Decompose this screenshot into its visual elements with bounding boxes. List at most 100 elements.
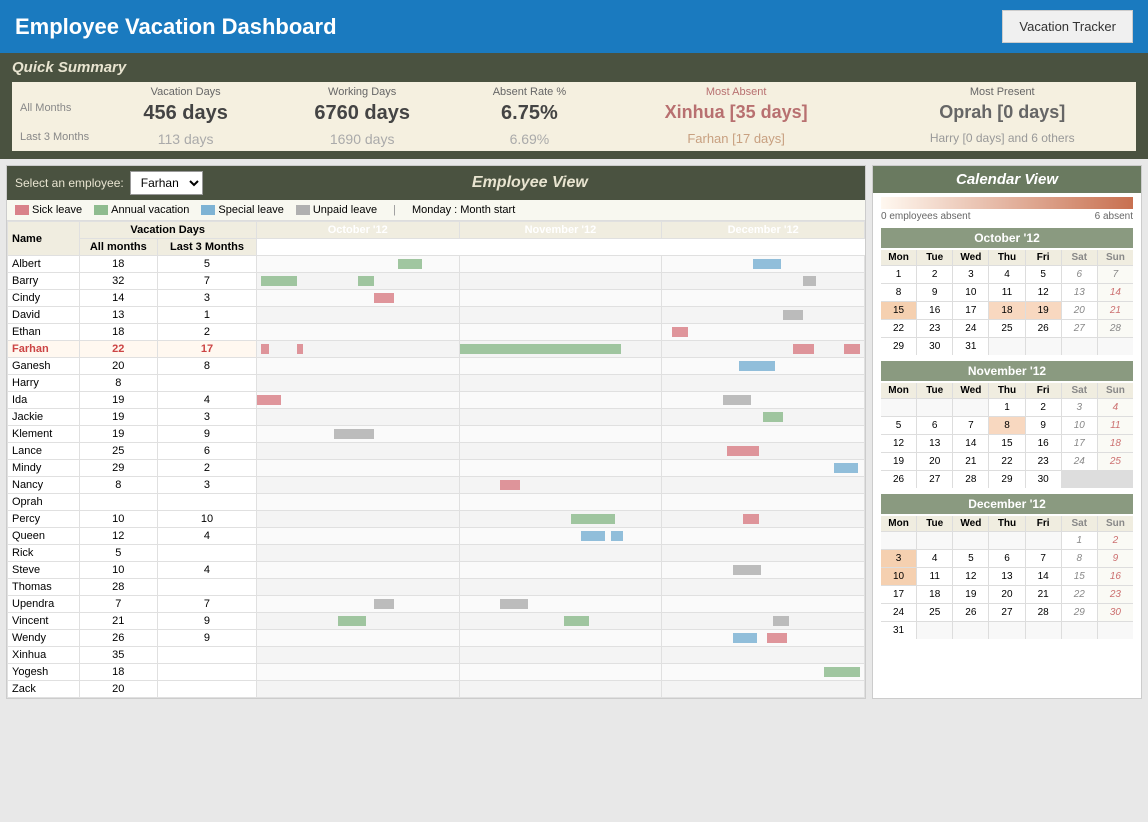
- oct-day-22[interactable]: 22: [881, 320, 916, 337]
- oct-day-3[interactable]: 3: [953, 266, 988, 283]
- nov-day-14[interactable]: 14: [953, 435, 988, 452]
- oct-day-1[interactable]: 1: [881, 266, 916, 283]
- dec-cal-header-wed: Wed: [953, 516, 988, 531]
- oct-day-8[interactable]: 8: [881, 284, 916, 301]
- dec-day-8[interactable]: 8: [1062, 550, 1097, 567]
- employee-name-cell: Klement: [8, 426, 80, 443]
- oct-day-19[interactable]: 19: [1026, 302, 1061, 319]
- oct-day-9[interactable]: 9: [917, 284, 952, 301]
- oct-day-10[interactable]: 10: [953, 284, 988, 301]
- oct-day-23[interactable]: 23: [917, 320, 952, 337]
- oct-day-2[interactable]: 2: [917, 266, 952, 283]
- oct-day-31[interactable]: 31: [953, 338, 988, 355]
- dec-day-4[interactable]: 4: [917, 550, 952, 567]
- oct-day-18[interactable]: 18: [989, 302, 1024, 319]
- nov-day-27[interactable]: 27: [917, 471, 952, 488]
- dec-day-29[interactable]: 29: [1062, 604, 1097, 621]
- nov-day-30[interactable]: 30: [1026, 471, 1061, 488]
- nov-day-2[interactable]: 2: [1026, 399, 1061, 416]
- nov-day-8[interactable]: 8: [989, 417, 1024, 434]
- nov-day-17[interactable]: 17: [1062, 435, 1097, 452]
- dec-day-16[interactable]: 16: [1098, 568, 1133, 585]
- nov-day-7[interactable]: 7: [953, 417, 988, 434]
- dec-day-7[interactable]: 7: [1026, 550, 1061, 567]
- nov-day-29[interactable]: 29: [989, 471, 1024, 488]
- dec-day-9[interactable]: 9: [1098, 550, 1133, 567]
- oct-day-5[interactable]: 5: [1026, 266, 1061, 283]
- oct-day-14[interactable]: 14: [1098, 284, 1133, 301]
- nov-day-15[interactable]: 15: [989, 435, 1024, 452]
- nov-day-16[interactable]: 16: [1026, 435, 1061, 452]
- employee-select[interactable]: Farhan: [130, 171, 203, 195]
- nov-day-24[interactable]: 24: [1062, 453, 1097, 470]
- dec-empty-9: [1026, 622, 1061, 639]
- oct-day-4[interactable]: 4: [989, 266, 1024, 283]
- dec-day-21[interactable]: 21: [1026, 586, 1061, 603]
- dec-day-1[interactable]: 1: [1062, 532, 1097, 549]
- employee-name-cell: Rick: [8, 545, 80, 562]
- dec-day-31[interactable]: 31: [881, 622, 916, 639]
- oct-day-30[interactable]: 30: [917, 338, 952, 355]
- dec-day-15[interactable]: 15: [1062, 568, 1097, 585]
- nov-day-23[interactable]: 23: [1026, 453, 1061, 470]
- dec-day-19[interactable]: 19: [953, 586, 988, 603]
- nov-day-19[interactable]: 19: [881, 453, 916, 470]
- nov-day-6[interactable]: 6: [917, 417, 952, 434]
- nov-day-26[interactable]: 26: [881, 471, 916, 488]
- nov-day-4[interactable]: 4: [1098, 399, 1133, 416]
- oct-day-25[interactable]: 25: [989, 320, 1024, 337]
- nov-day-13[interactable]: 13: [917, 435, 952, 452]
- nov-day-5[interactable]: 5: [881, 417, 916, 434]
- dec-day-23[interactable]: 23: [1098, 586, 1133, 603]
- nov-day-9[interactable]: 9: [1026, 417, 1061, 434]
- gantt-bar-sick: [743, 514, 759, 524]
- dec-day-22[interactable]: 22: [1062, 586, 1097, 603]
- nov-day-3[interactable]: 3: [1062, 399, 1097, 416]
- oct-day-17[interactable]: 17: [953, 302, 988, 319]
- nov-day-11[interactable]: 11: [1098, 417, 1133, 434]
- dec-day-26[interactable]: 26: [953, 604, 988, 621]
- oct-day-20[interactable]: 20: [1062, 302, 1097, 319]
- dec-day-27[interactable]: 27: [989, 604, 1024, 621]
- oct-day-13[interactable]: 13: [1062, 284, 1097, 301]
- oct-day-11[interactable]: 11: [989, 284, 1024, 301]
- dec-day-6[interactable]: 6: [989, 550, 1024, 567]
- oct-day-6[interactable]: 6: [1062, 266, 1097, 283]
- oct-day-21[interactable]: 21: [1098, 302, 1133, 319]
- oct-day-27[interactable]: 27: [1062, 320, 1097, 337]
- dec-day-25[interactable]: 25: [917, 604, 952, 621]
- dec-day-24[interactable]: 24: [881, 604, 916, 621]
- dec-day-28[interactable]: 28: [1026, 604, 1061, 621]
- oct-day-24[interactable]: 24: [953, 320, 988, 337]
- dec-day-20[interactable]: 20: [989, 586, 1024, 603]
- dec-day-17[interactable]: 17: [881, 586, 916, 603]
- nov-day-10[interactable]: 10: [1062, 417, 1097, 434]
- nov-day-1[interactable]: 1: [989, 399, 1024, 416]
- nov-day-18[interactable]: 18: [1098, 435, 1133, 452]
- dec-day-12[interactable]: 12: [953, 568, 988, 585]
- dec-day-11[interactable]: 11: [917, 568, 952, 585]
- oct-day-29[interactable]: 29: [881, 338, 916, 355]
- gantt-cell: [662, 579, 865, 596]
- oct-day-15[interactable]: 15: [881, 302, 916, 319]
- dec-day-5[interactable]: 5: [953, 550, 988, 567]
- dec-day-3[interactable]: 3: [881, 550, 916, 567]
- nov-day-21[interactable]: 21: [953, 453, 988, 470]
- nov-day-28[interactable]: 28: [953, 471, 988, 488]
- nov-day-20[interactable]: 20: [917, 453, 952, 470]
- nov-day-22[interactable]: 22: [989, 453, 1024, 470]
- dec-day-30[interactable]: 30: [1098, 604, 1133, 621]
- dec-day-2[interactable]: 2: [1098, 532, 1133, 549]
- oct-day-12[interactable]: 12: [1026, 284, 1061, 301]
- dec-day-18[interactable]: 18: [917, 586, 952, 603]
- vacation-tracker-button[interactable]: Vacation Tracker: [1002, 10, 1133, 43]
- dec-day-10[interactable]: 10: [881, 568, 916, 585]
- nov-day-25[interactable]: 25: [1098, 453, 1133, 470]
- dec-day-13[interactable]: 13: [989, 568, 1024, 585]
- dec-day-14[interactable]: 14: [1026, 568, 1061, 585]
- oct-day-26[interactable]: 26: [1026, 320, 1061, 337]
- oct-day-16[interactable]: 16: [917, 302, 952, 319]
- oct-day-28[interactable]: 28: [1098, 320, 1133, 337]
- nov-day-12[interactable]: 12: [881, 435, 916, 452]
- oct-day-7[interactable]: 7: [1098, 266, 1133, 283]
